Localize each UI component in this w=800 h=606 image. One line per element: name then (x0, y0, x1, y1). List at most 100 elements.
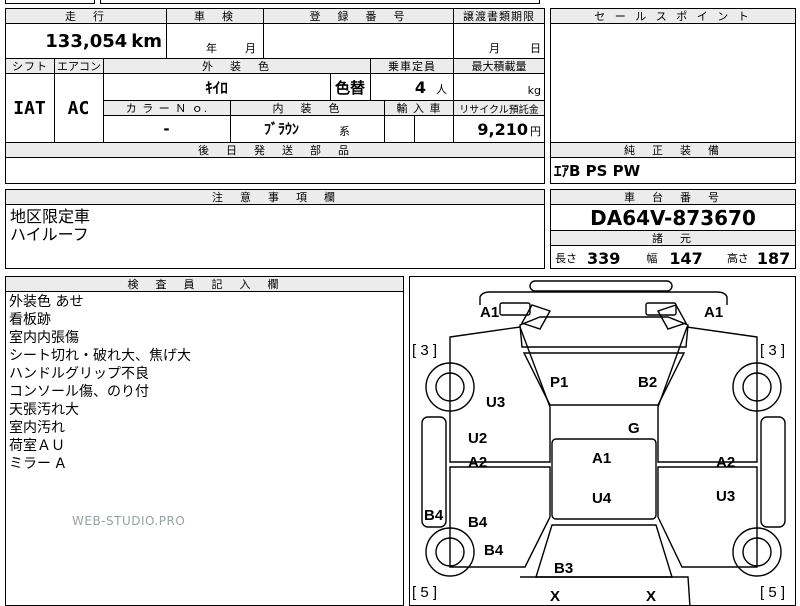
mark-front-left: A1 (480, 304, 499, 321)
specs-header: 諸 元 (550, 230, 796, 246)
right-rear-door-shape (657, 466, 758, 568)
inspector-lines: 外装色 あせ 看板跡 室内内張傷 シート切れ・破れ大、焦げ大 ハンドルグリップ不… (9, 293, 191, 473)
transfer-deadline-header: 譲渡書類期限 (453, 8, 545, 24)
mark-front-right: A1 (704, 304, 723, 321)
capacity-value: 4 (414, 77, 426, 97)
notes-lines: 地区限定車 ハイルーフ (10, 208, 90, 244)
max-load-value-cell: kg (453, 74, 545, 100)
windshield-shape (522, 352, 686, 406)
recycle-value-cell: 9,210 円 (453, 116, 545, 142)
chassis-value-cell: DA64V-873670 (550, 205, 796, 231)
color-no-value: - (163, 120, 170, 138)
inspector-line: 天張汚れ大 (9, 402, 79, 418)
shift-header: シフト (5, 58, 55, 74)
import-value-cell (384, 116, 454, 142)
capacity-unit: 人 (436, 83, 447, 96)
rear-panel-shape (520, 576, 691, 605)
mark-left-b4-outer: B4 (424, 507, 444, 524)
import-header: 輸 入 車 (384, 100, 454, 116)
transfer-month-label: 月 (489, 42, 500, 55)
inspector-line: 荷室ＡＵ (9, 438, 65, 454)
inspector-line: 室内内張傷 (9, 330, 79, 346)
mark-tyre-front-left: [ 3 ] (412, 342, 437, 359)
genuine-equipment-header: 純 正 装 備 (550, 142, 796, 158)
mark-left-b4-low: B4 (484, 542, 504, 559)
exterior-color-value-cell: ｷｲﾛ (103, 74, 331, 100)
mark-left-u3: U3 (486, 394, 505, 411)
interior-color-value: ﾌﾞﾗｳﾝ (264, 122, 299, 138)
notes-line: ハイルーフ (10, 225, 89, 244)
interior-color-header: 内 装 色 (230, 100, 385, 116)
mileage-value-cell: 133,054 km (5, 24, 167, 58)
mark-tyre-rear-left: [ 5 ] (412, 584, 437, 601)
aircon-value: AC (67, 97, 90, 119)
mark-left-b4-inner: B4 (468, 514, 488, 531)
front-bumper-shape (529, 280, 673, 292)
inspector-line: シート切れ・破れ大、焦げ大 (9, 348, 191, 364)
mark-glass-g: G (628, 420, 640, 437)
repaint-label: 色替 (334, 78, 365, 97)
mark-seat-p1: P1 (550, 374, 568, 391)
shift-value-cell: IAT (5, 74, 55, 142)
exterior-color-header: 外 装 色 (103, 58, 371, 74)
inspector-line: 外装色 あせ (9, 294, 84, 310)
mark-seat-b2: B2 (638, 374, 657, 391)
registration-header: 登 録 番 号 (263, 8, 454, 24)
later-parts-header: 後 日 発 送 部 品 (5, 142, 545, 158)
shift-value: IAT (13, 97, 46, 119)
top-fragment-left (5, 0, 95, 4)
inspector-line: ミラー A (9, 456, 66, 472)
mark-rear-x1: X (550, 588, 560, 605)
interior-color-suffix: 系 (339, 125, 350, 138)
mark-right-a2: A2 (716, 454, 735, 471)
notes-header: 注 意 事 項 欄 (5, 189, 545, 205)
chassis-value: DA64V-873670 (590, 206, 756, 230)
mark-tyre-front-right: [ 3 ] (760, 342, 785, 359)
width-value: 147 (669, 248, 703, 268)
inspection-month-label: 月 (245, 42, 256, 55)
car-diagram-box: A1 A1 [ 3 ] [ 3 ] P1 B2 U3 G U2 A2 A1 A2… (409, 276, 796, 606)
sales-point-header: セ ー ル ス ポ イ ン ト (550, 8, 796, 24)
mark-left-u2: U2 (468, 430, 487, 447)
hood-shape (519, 316, 689, 348)
repaint-cell: 色替 (330, 74, 371, 100)
aircon-value-cell: AC (54, 74, 104, 142)
color-no-header: カ ラ ー Ｎ ｏ. (103, 100, 231, 116)
mark-tyre-rear-right: [ 5 ] (760, 584, 785, 601)
car-diagram: A1 A1 [ 3 ] [ 3 ] P1 B2 U3 G U2 A2 A1 A2… (412, 280, 786, 605)
specs-row: 長さ 339 幅 147 高さ 187 (555, 247, 795, 269)
height-label: 高さ (726, 252, 749, 265)
width-label: 幅 (646, 252, 658, 265)
inspection-year-label: 年 (206, 42, 217, 55)
mileage-unit: km (131, 30, 162, 52)
capacity-value-cell: 4 人 (370, 74, 454, 100)
inspector-header: 検 査 員 記 入 欄 (5, 276, 404, 292)
notes-line: 地区限定車 (10, 207, 91, 226)
mark-rear-x2: X (646, 588, 656, 605)
front-right-lamp-shape (645, 302, 677, 316)
right-side-panel-shape (760, 416, 786, 528)
inspection-value-cell: 年 月 (166, 24, 264, 58)
mark-left-a2: A2 (468, 454, 487, 471)
exterior-color-value: ｷｲﾛ (205, 78, 228, 97)
top-fragment-mid (100, 0, 540, 4)
mileage-value: 133,054 (45, 30, 128, 52)
transfer-deadline-value-cell: 月 日 (453, 24, 545, 58)
height-value: 187 (756, 248, 791, 268)
watermark: WEB-STUDIO.PRO (72, 514, 186, 528)
recycle-header: リサイクル預託金 (453, 100, 545, 116)
inspection-header: 車 検 (166, 8, 264, 24)
mark-roof-a1: A1 (592, 450, 611, 467)
inspector-line: 室内汚れ (9, 420, 65, 436)
registration-value-cell (263, 24, 454, 58)
transfer-day-label: 日 (530, 42, 541, 55)
inspector-line: コンソール傷、のり付 (9, 384, 149, 400)
recycle-value: 9,210 (477, 119, 528, 139)
inspector-line: 看板跡 (9, 312, 51, 328)
length-value: 339 (587, 248, 621, 268)
inspector-line: ハンドルグリップ不良 (9, 366, 149, 382)
length-label: 長さ (555, 252, 577, 265)
chassis-header: 車 台 番 号 (550, 189, 796, 205)
mark-right-u3: U3 (716, 488, 735, 505)
color-no-value-cell: - (103, 116, 231, 142)
